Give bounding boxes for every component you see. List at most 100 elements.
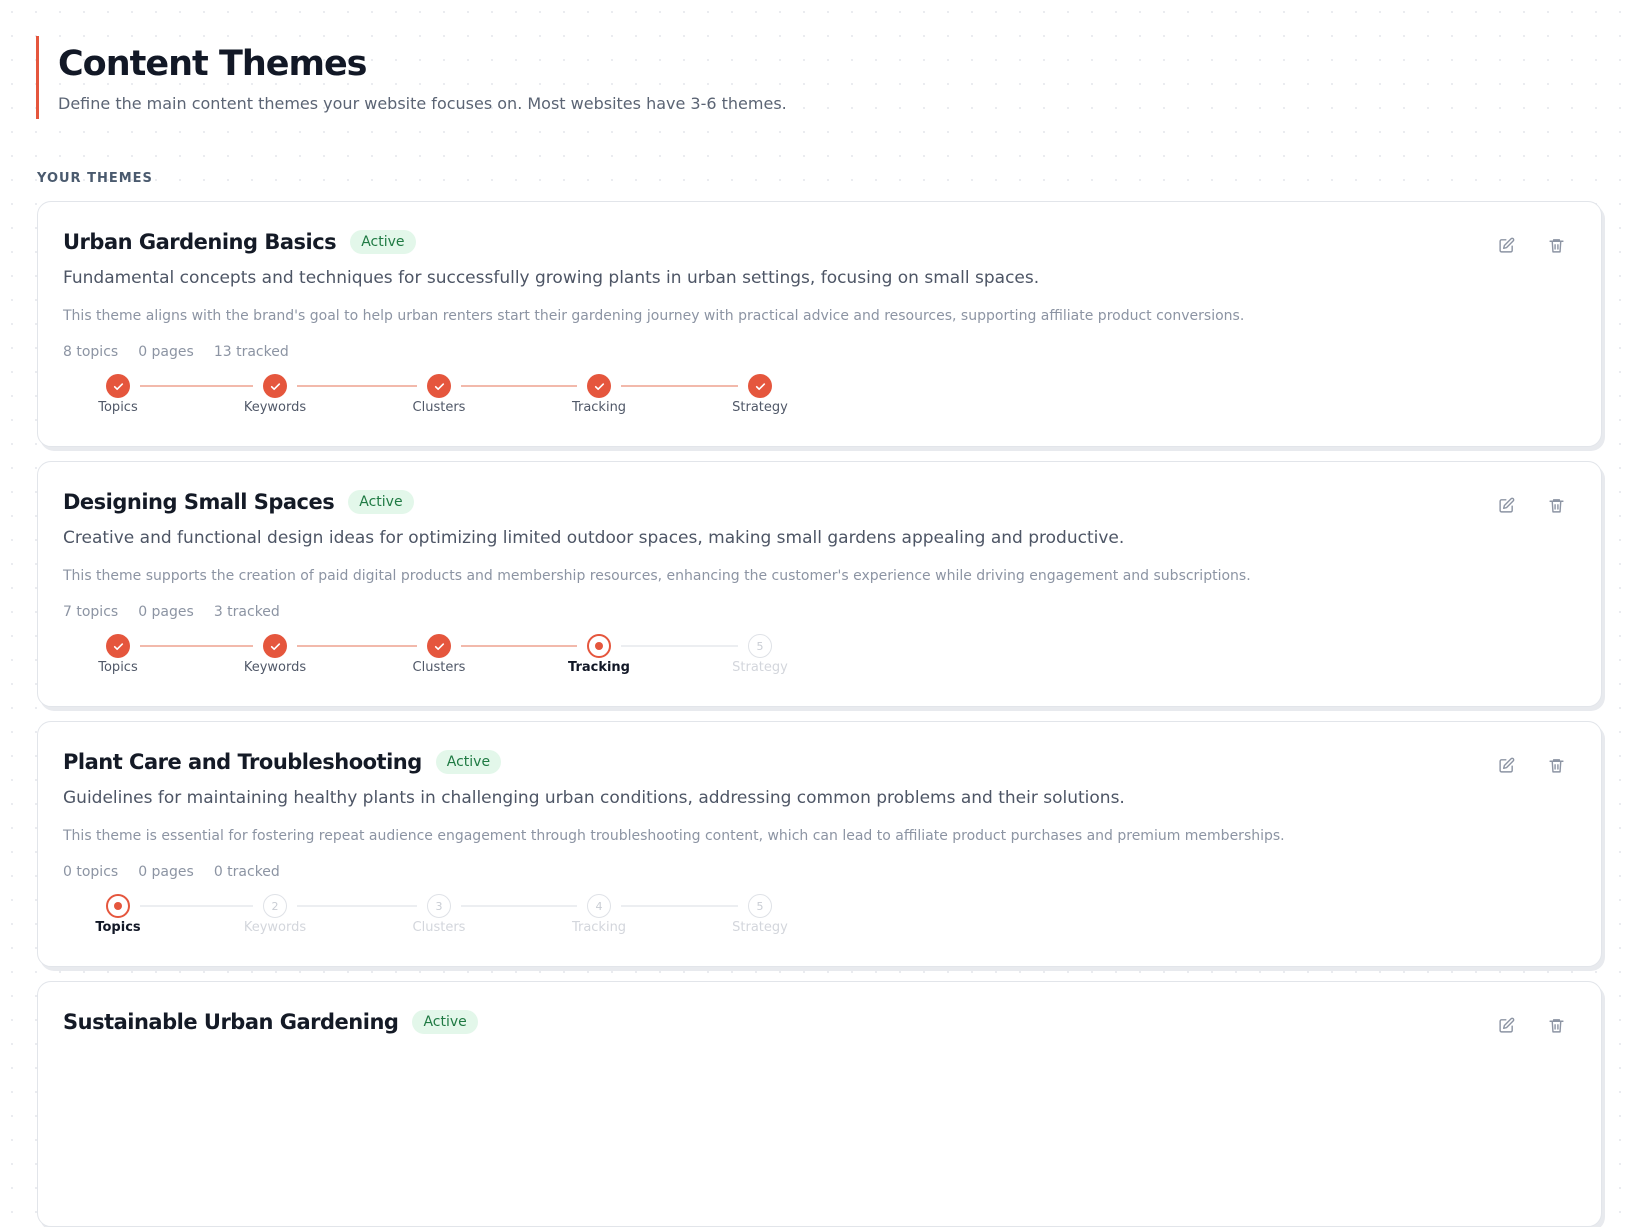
pages-count: 0 pages [138, 344, 194, 360]
card-actions [1497, 236, 1565, 254]
topics-count: 7 topics [63, 604, 119, 620]
theme-stats: 7 topics 0 pages 3 tracked [63, 604, 280, 620]
step-label: Tracking [571, 920, 627, 935]
card-actions [1497, 1016, 1565, 1034]
check-icon [433, 380, 446, 393]
step-label: Strategy [732, 920, 788, 935]
step-indicator [427, 634, 451, 658]
status-badge: Active [412, 1010, 478, 1034]
tracked-count: 0 tracked [213, 864, 280, 880]
theme-note: This theme is essential for fostering re… [63, 828, 1285, 844]
theme-title[interactable]: Designing Small Spaces [63, 490, 335, 514]
edit-icon[interactable] [1497, 496, 1515, 514]
step-tracking[interactable]: 4 Tracking [549, 894, 649, 936]
trash-icon[interactable] [1547, 496, 1565, 514]
step-strategy[interactable]: 5 Strategy [710, 634, 810, 676]
step-indicator [427, 374, 451, 398]
page-subtitle: Define the main content themes your webs… [58, 94, 787, 113]
step-label: Topics [98, 660, 138, 675]
theme-title[interactable]: Sustainable Urban Gardening [63, 1010, 399, 1034]
step-label: Tracking [571, 400, 627, 415]
theme-card[interactable]: Sustainable Urban Gardening Active [37, 981, 1602, 1227]
step-topics[interactable]: Topics [68, 894, 168, 936]
step-label: Clusters [412, 920, 466, 935]
status-badge: Active [350, 230, 416, 254]
step-topics[interactable]: Topics [68, 634, 168, 676]
step-label: Tracking [568, 660, 630, 675]
check-icon [112, 640, 125, 653]
pages-count: 0 pages [138, 864, 194, 880]
theme-card[interactable]: Designing Small Spaces Active Creative and… [37, 461, 1602, 707]
step-label: Strategy [732, 660, 788, 675]
step-indicator [106, 634, 130, 658]
step-clusters[interactable]: Clusters [389, 374, 489, 416]
tracked-count: 13 tracked [213, 344, 289, 360]
step-tracking[interactable]: Tracking [549, 374, 649, 416]
theme-note: This theme aligns with the brand's goal … [63, 308, 1245, 324]
theme-card[interactable]: Urban Gardening Basics Active Fundamental … [37, 201, 1602, 447]
page-header: Content Themes Define the main content t… [36, 36, 787, 119]
progress-stepper: Topics Keywords Clusters Tracking Strategy [38, 374, 798, 424]
pages-count: 0 pages [138, 604, 194, 620]
step-indicator: 2 [263, 894, 287, 918]
step-indicator [587, 634, 611, 658]
theme-title-row: Plant Care and Troubleshooting Active [63, 750, 502, 774]
step-indicator [106, 374, 130, 398]
step-keywords[interactable]: Keywords [225, 634, 325, 676]
step-label: Clusters [412, 400, 466, 415]
step-number: 4 [595, 899, 603, 913]
theme-title[interactable]: Urban Gardening Basics [63, 230, 337, 254]
step-strategy[interactable]: Strategy [710, 374, 810, 416]
trash-icon[interactable] [1547, 236, 1565, 254]
progress-stepper: Topics 2 Keywords 3 Clusters 4 Tracking 5 Strate… [38, 894, 798, 944]
step-strategy[interactable]: 5 Strategy [710, 894, 810, 936]
card-actions [1497, 756, 1565, 774]
card-actions [1497, 496, 1565, 514]
trash-icon[interactable] [1547, 1016, 1565, 1034]
check-icon [269, 380, 282, 393]
topics-count: 0 topics [63, 864, 119, 880]
step-keywords[interactable]: 2 Keywords [225, 894, 325, 936]
step-number: 2 [271, 899, 279, 913]
step-clusters[interactable]: Clusters [389, 634, 489, 676]
step-indicator: 5 [748, 894, 772, 918]
check-icon [754, 380, 767, 393]
step-keywords[interactable]: Keywords [225, 374, 325, 416]
edit-icon[interactable] [1497, 236, 1515, 254]
theme-stats: 0 topics 0 pages 0 tracked [63, 864, 280, 880]
step-label: Keywords [243, 400, 307, 415]
step-label: Strategy [732, 400, 788, 415]
step-label: Topics [95, 920, 141, 935]
status-badge: Active [435, 750, 502, 774]
step-indicator [587, 374, 611, 398]
check-icon [593, 380, 606, 393]
theme-description: Creative and functional design ideas for… [63, 528, 1125, 548]
check-icon [112, 380, 125, 393]
theme-card[interactable]: Plant Care and Troubleshooting Active Guid… [37, 721, 1602, 967]
edit-icon[interactable] [1497, 1016, 1515, 1034]
theme-title-row: Designing Small Spaces Active [63, 490, 414, 514]
trash-icon[interactable] [1547, 756, 1565, 774]
step-tracking[interactable]: Tracking [549, 634, 649, 676]
step-label: Clusters [412, 660, 466, 675]
theme-note: This theme supports the creation of paid… [63, 568, 1251, 584]
theme-title-row: Urban Gardening Basics Active [63, 230, 416, 254]
step-indicator [748, 374, 772, 398]
edit-icon[interactable] [1497, 756, 1515, 774]
theme-title[interactable]: Plant Care and Troubleshooting [63, 750, 422, 774]
step-topics[interactable]: Topics [68, 374, 168, 416]
step-number: 3 [435, 899, 443, 913]
theme-description: Guidelines for maintaining healthy plant… [63, 788, 1125, 808]
step-indicator: 4 [587, 894, 611, 918]
check-icon [269, 640, 282, 653]
step-indicator [106, 894, 130, 918]
step-label: Keywords [243, 660, 307, 675]
step-indicator: 5 [748, 634, 772, 658]
step-clusters[interactable]: 3 Clusters [389, 894, 489, 936]
step-label: Topics [98, 400, 138, 415]
page-title: Content Themes [58, 44, 368, 84]
step-indicator: 3 [427, 894, 451, 918]
step-label: Keywords [243, 920, 307, 935]
step-number: 5 [756, 899, 764, 913]
step-indicator [263, 634, 287, 658]
